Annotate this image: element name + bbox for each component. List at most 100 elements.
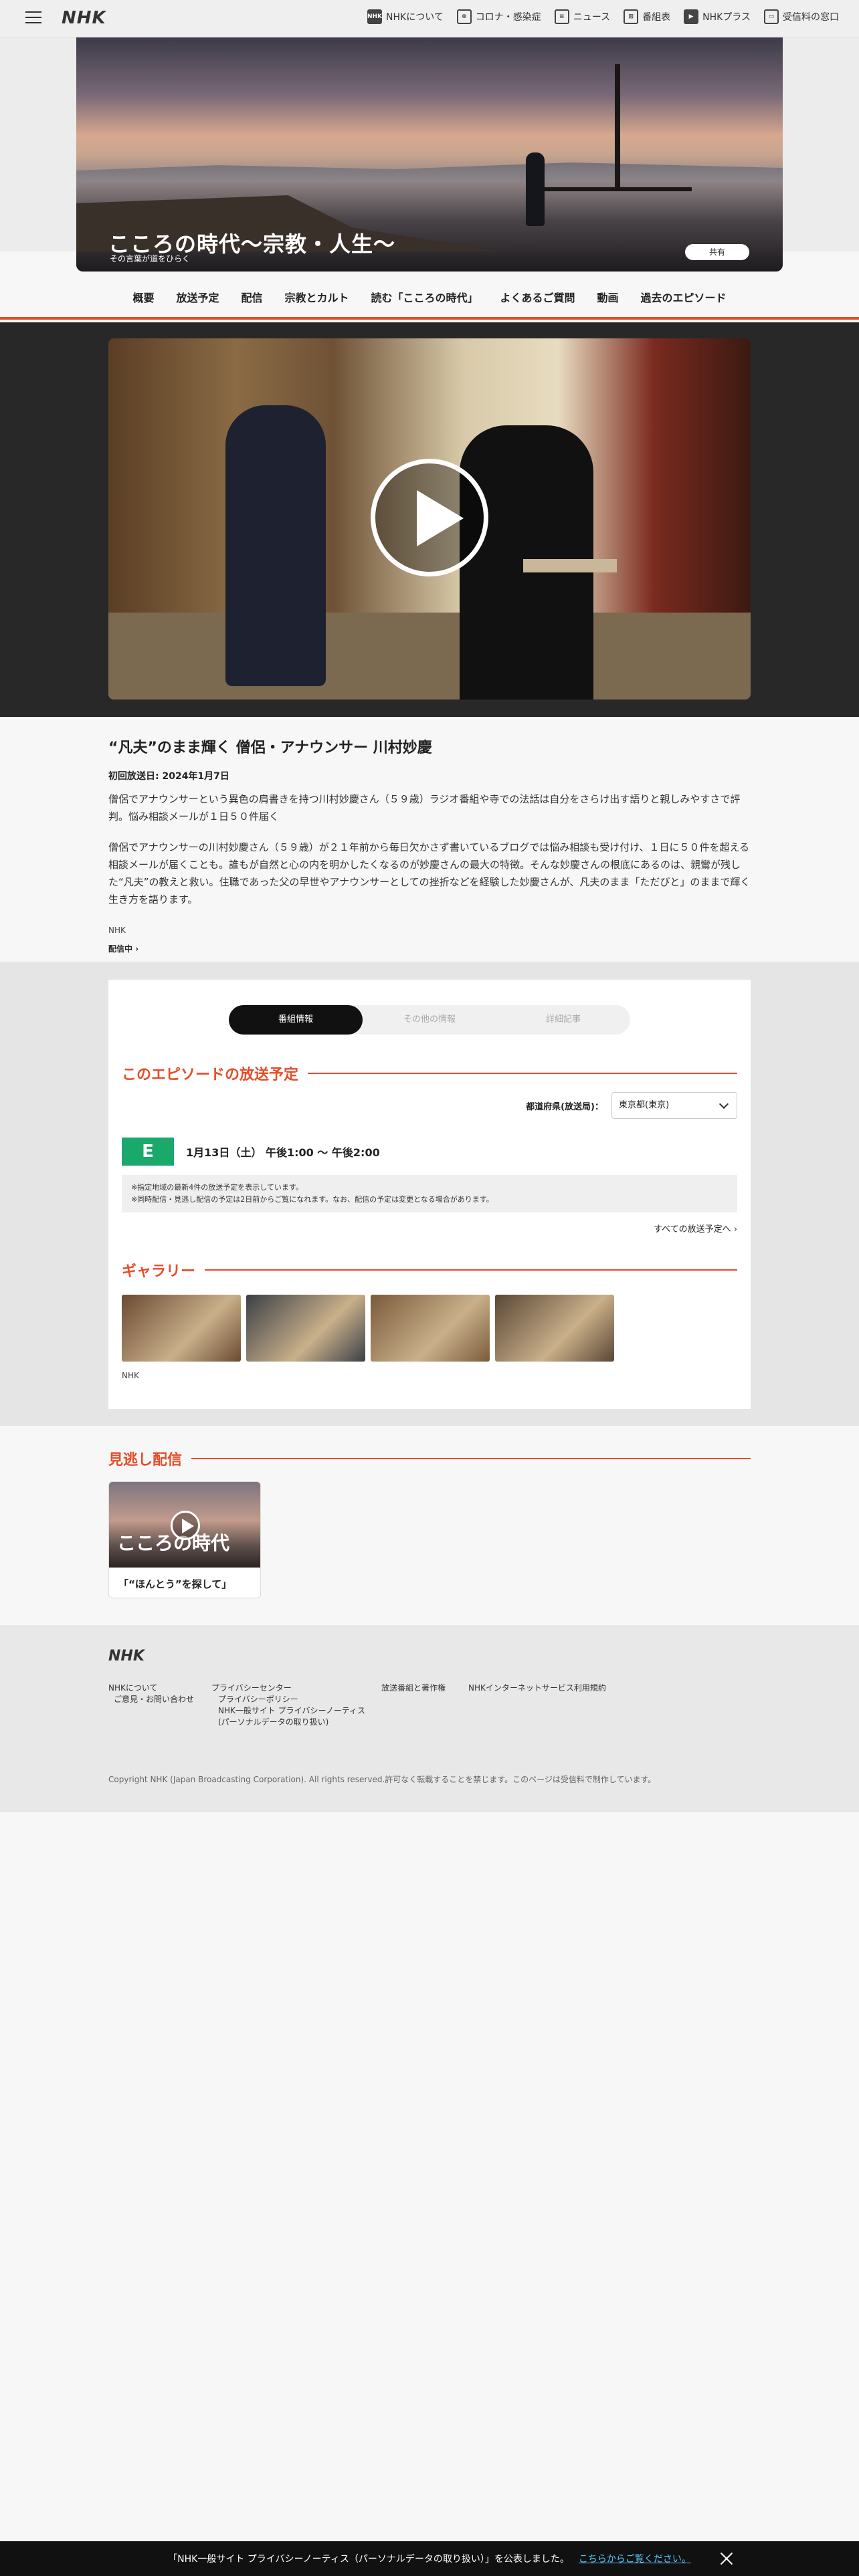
guest-figure <box>225 405 326 686</box>
chevron-right-icon: › <box>733 1224 737 1235</box>
missed-episode-thumbnail: こころの時代 <box>109 1482 260 1568</box>
footer-col-1: NHKについて ご意見・お問い合わせ <box>108 1683 194 1705</box>
tab-other-info[interactable]: その他の情報 <box>363 1005 496 1035</box>
program-hero-image: こころの時代〜宗教・人生〜 その言葉が道をひらく 共有 <box>76 37 783 272</box>
missed-episode-title: 「“ほんとう”を探して」 <box>118 1578 232 1590</box>
pnav-religion-cult[interactable]: 宗教とカルト <box>284 289 349 305</box>
tab-detail-articles[interactable]: 詳細記事 <box>496 1005 630 1035</box>
program-nav: 概要 放送予定 配信 宗教とカルト 読む「こころの時代」 よくあるご質問 動画 … <box>0 274 859 320</box>
broadcast-time: 1月13日（土） 午後1:00 〜 午後2:00 <box>186 1146 380 1159</box>
footer-col-4: NHKインターネットサービス利用規約 <box>468 1683 606 1694</box>
nav-label: NHKプラス <box>702 12 751 23</box>
footer-link-about[interactable]: NHKについて <box>108 1683 194 1693</box>
pnav-videos[interactable]: 動画 <box>597 289 619 305</box>
footer: NHK NHKについて ご意見・お問い合わせ プライバシーセンター プライバシー… <box>0 1625 859 1812</box>
news-icon: ≡ <box>554 9 569 24</box>
footer-link-contact[interactable]: ご意見・お問い合わせ <box>108 1694 194 1705</box>
grid-icon: ⊞ <box>624 9 639 24</box>
broadcast-notice: ※指定地域の最新4件の放送予定を表示しています。 ※同時配信・見逃し配信の予定は… <box>122 1175 737 1212</box>
nav-label: コロナ・感染症 <box>475 12 541 23</box>
footer-link-privacy-notice-sub[interactable]: (パーソナルデータの取り扱い) <box>211 1717 365 1727</box>
all-schedule-link[interactable]: すべての放送予定へ › <box>654 1222 737 1235</box>
play-icon[interactable] <box>371 459 488 576</box>
notice-line: ※指定地域の最新4件の放送予定を表示しています。 <box>131 1183 303 1192</box>
missed-streaming-heading-text: 見逃し配信 <box>108 1452 183 1469</box>
etv-channel-badge: E <box>122 1138 174 1166</box>
gallery-credit: NHK <box>122 1371 139 1380</box>
heading-rule <box>191 1458 751 1459</box>
footer-link-copyright[interactable]: 放送番組と著作権 <box>381 1683 446 1693</box>
gallery-image[interactable] <box>122 1295 241 1362</box>
footer-col-2: プライバシーセンター プライバシーポリシー NHK一般サイト プライバシーノーテ… <box>211 1683 365 1728</box>
missed-episode-card[interactable]: こころの時代 「“ほんとう”を探して」 <box>108 1481 261 1598</box>
footer-link-privacy-center[interactable]: プライバシーセンター <box>211 1683 365 1693</box>
episode-lead: 僧侶でアナウンサーという異色の肩書きを持つ川村妙慶さん（５９歳）ラジオ番組や寺で… <box>108 793 741 823</box>
pnav-streaming[interactable]: 配信 <box>241 289 262 305</box>
video-floor <box>108 613 751 700</box>
nav-schedule[interactable]: ⊞ 番組表 <box>624 9 670 24</box>
nav-about-nhk[interactable]: NHK NHKについて <box>367 9 444 24</box>
heading-rule <box>308 1073 737 1074</box>
tab-program-info[interactable]: 番組情報 <box>229 1005 363 1035</box>
info-tabs: 番組情報 その他の情報 詳細記事 <box>229 1005 630 1035</box>
heading-rule <box>205 1269 737 1271</box>
gallery-heading: ギャラリー <box>122 1259 737 1281</box>
gallery-strip <box>122 1295 614 1362</box>
footer-logo[interactable]: NHK <box>108 1648 145 1665</box>
video-player[interactable] <box>108 338 751 700</box>
gallery-image[interactable] <box>246 1295 365 1362</box>
footer-col-3: 放送番組と著作権 <box>381 1683 446 1694</box>
prefecture-label: 都道府県(放送局)： <box>526 1101 603 1112</box>
pnav-past-episodes[interactable]: 過去のエピソード <box>641 289 727 305</box>
share-button[interactable]: 共有 <box>685 244 749 260</box>
nhkplus-icon: ▶ <box>684 9 699 24</box>
streaming-link-label: 配信中 <box>108 944 133 954</box>
pnav-read[interactable]: 読む「こころの時代」 <box>371 289 478 305</box>
nav-label: NHKについて <box>386 12 444 23</box>
prefecture-select[interactable]: 東京都(東京) <box>611 1092 737 1119</box>
pnav-overview[interactable]: 概要 <box>132 289 154 305</box>
program-subtitle: その言葉が道をひらく <box>110 254 191 263</box>
pnav-faq[interactable]: よくあるご質問 <box>500 289 575 305</box>
gallery-heading-text: ギャラリー <box>122 1263 196 1280</box>
nav-nhkplus[interactable]: ▶ NHKプラス <box>684 9 751 24</box>
episode-info: “凡夫”のまま輝く 僧侶・アナウンサー 川村妙慶 初回放送日: 2024年1月7… <box>108 736 751 954</box>
global-header: NHK NHK NHKについて ⊕ コロナ・感染症 ≡ ニュース ⊞ 番組表 ▶ NHKプ… <box>0 0 859 37</box>
close-icon[interactable] <box>719 2551 735 2567</box>
tv-icon: ▭ <box>764 9 779 24</box>
episode-description: 僧侶でアナウンサーの川村妙慶さん（５９歳）が２１年前から毎日欠かさず書いているブ… <box>108 841 751 905</box>
missed-streaming-heading: 見逃し配信 <box>108 1448 751 1469</box>
gallery-image[interactable] <box>371 1295 490 1362</box>
broadcast-heading: このエピソードの放送予定 <box>122 1063 737 1084</box>
privacy-banner: 「NHK一般サイト プライバシーノーティス（パーソナルデータの取り扱い）」を公表… <box>0 2541 859 2576</box>
broadcast-slot: E 1月13日（土） 午後1:00 〜 午後2:00 <box>122 1138 380 1166</box>
privacy-banner-link[interactable]: こちらからご覧ください。 <box>579 2552 691 2565</box>
play-icon <box>171 1511 200 1540</box>
nav-label: ニュース <box>573 12 611 23</box>
privacy-banner-text: 「NHK一般サイト プライバシーノーティス（パーソナルデータの取り扱い）」を公表… <box>168 2554 569 2565</box>
nav-fee[interactable]: ▭ 受信料の窓口 <box>764 9 839 24</box>
desk <box>523 559 617 572</box>
chevron-right-icon: › <box>135 944 139 954</box>
footer-link-privacy-notice[interactable]: NHK一般サイト プライバシーノーティス <box>211 1705 365 1716</box>
tree <box>545 37 692 191</box>
nav-label: 受信料の窓口 <box>783 12 839 23</box>
standing-person <box>526 152 545 226</box>
footer-link-privacy-policy[interactable]: プライバシーポリシー <box>211 1694 365 1705</box>
nhk-logo[interactable]: NHK <box>62 8 106 28</box>
episode-title: “凡夫”のまま輝く 僧侶・アナウンサー 川村妙慶 <box>108 740 432 756</box>
pnav-schedule[interactable]: 放送予定 <box>176 289 219 305</box>
nav-corona[interactable]: ⊕ コロナ・感染症 <box>456 9 541 24</box>
nhk-icon: NHK <box>367 9 382 24</box>
broadcast-heading-text: このエピソードの放送予定 <box>122 1067 299 1083</box>
gallery-image[interactable] <box>495 1295 614 1362</box>
streaming-link[interactable]: 配信中 › <box>108 943 751 954</box>
copyright: Copyright NHK (Japan Broadcasting Corpor… <box>108 1775 656 1784</box>
all-schedule-label: すべての放送予定へ <box>654 1224 731 1235</box>
menu-icon[interactable] <box>25 11 41 25</box>
nav-news[interactable]: ≡ ニュース <box>554 9 611 24</box>
nav-label: 番組表 <box>642 12 671 23</box>
virus-icon: ⊕ <box>456 9 472 24</box>
episode-credit: NHK <box>108 926 126 935</box>
footer-link-terms[interactable]: NHKインターネットサービス利用規約 <box>468 1683 606 1693</box>
